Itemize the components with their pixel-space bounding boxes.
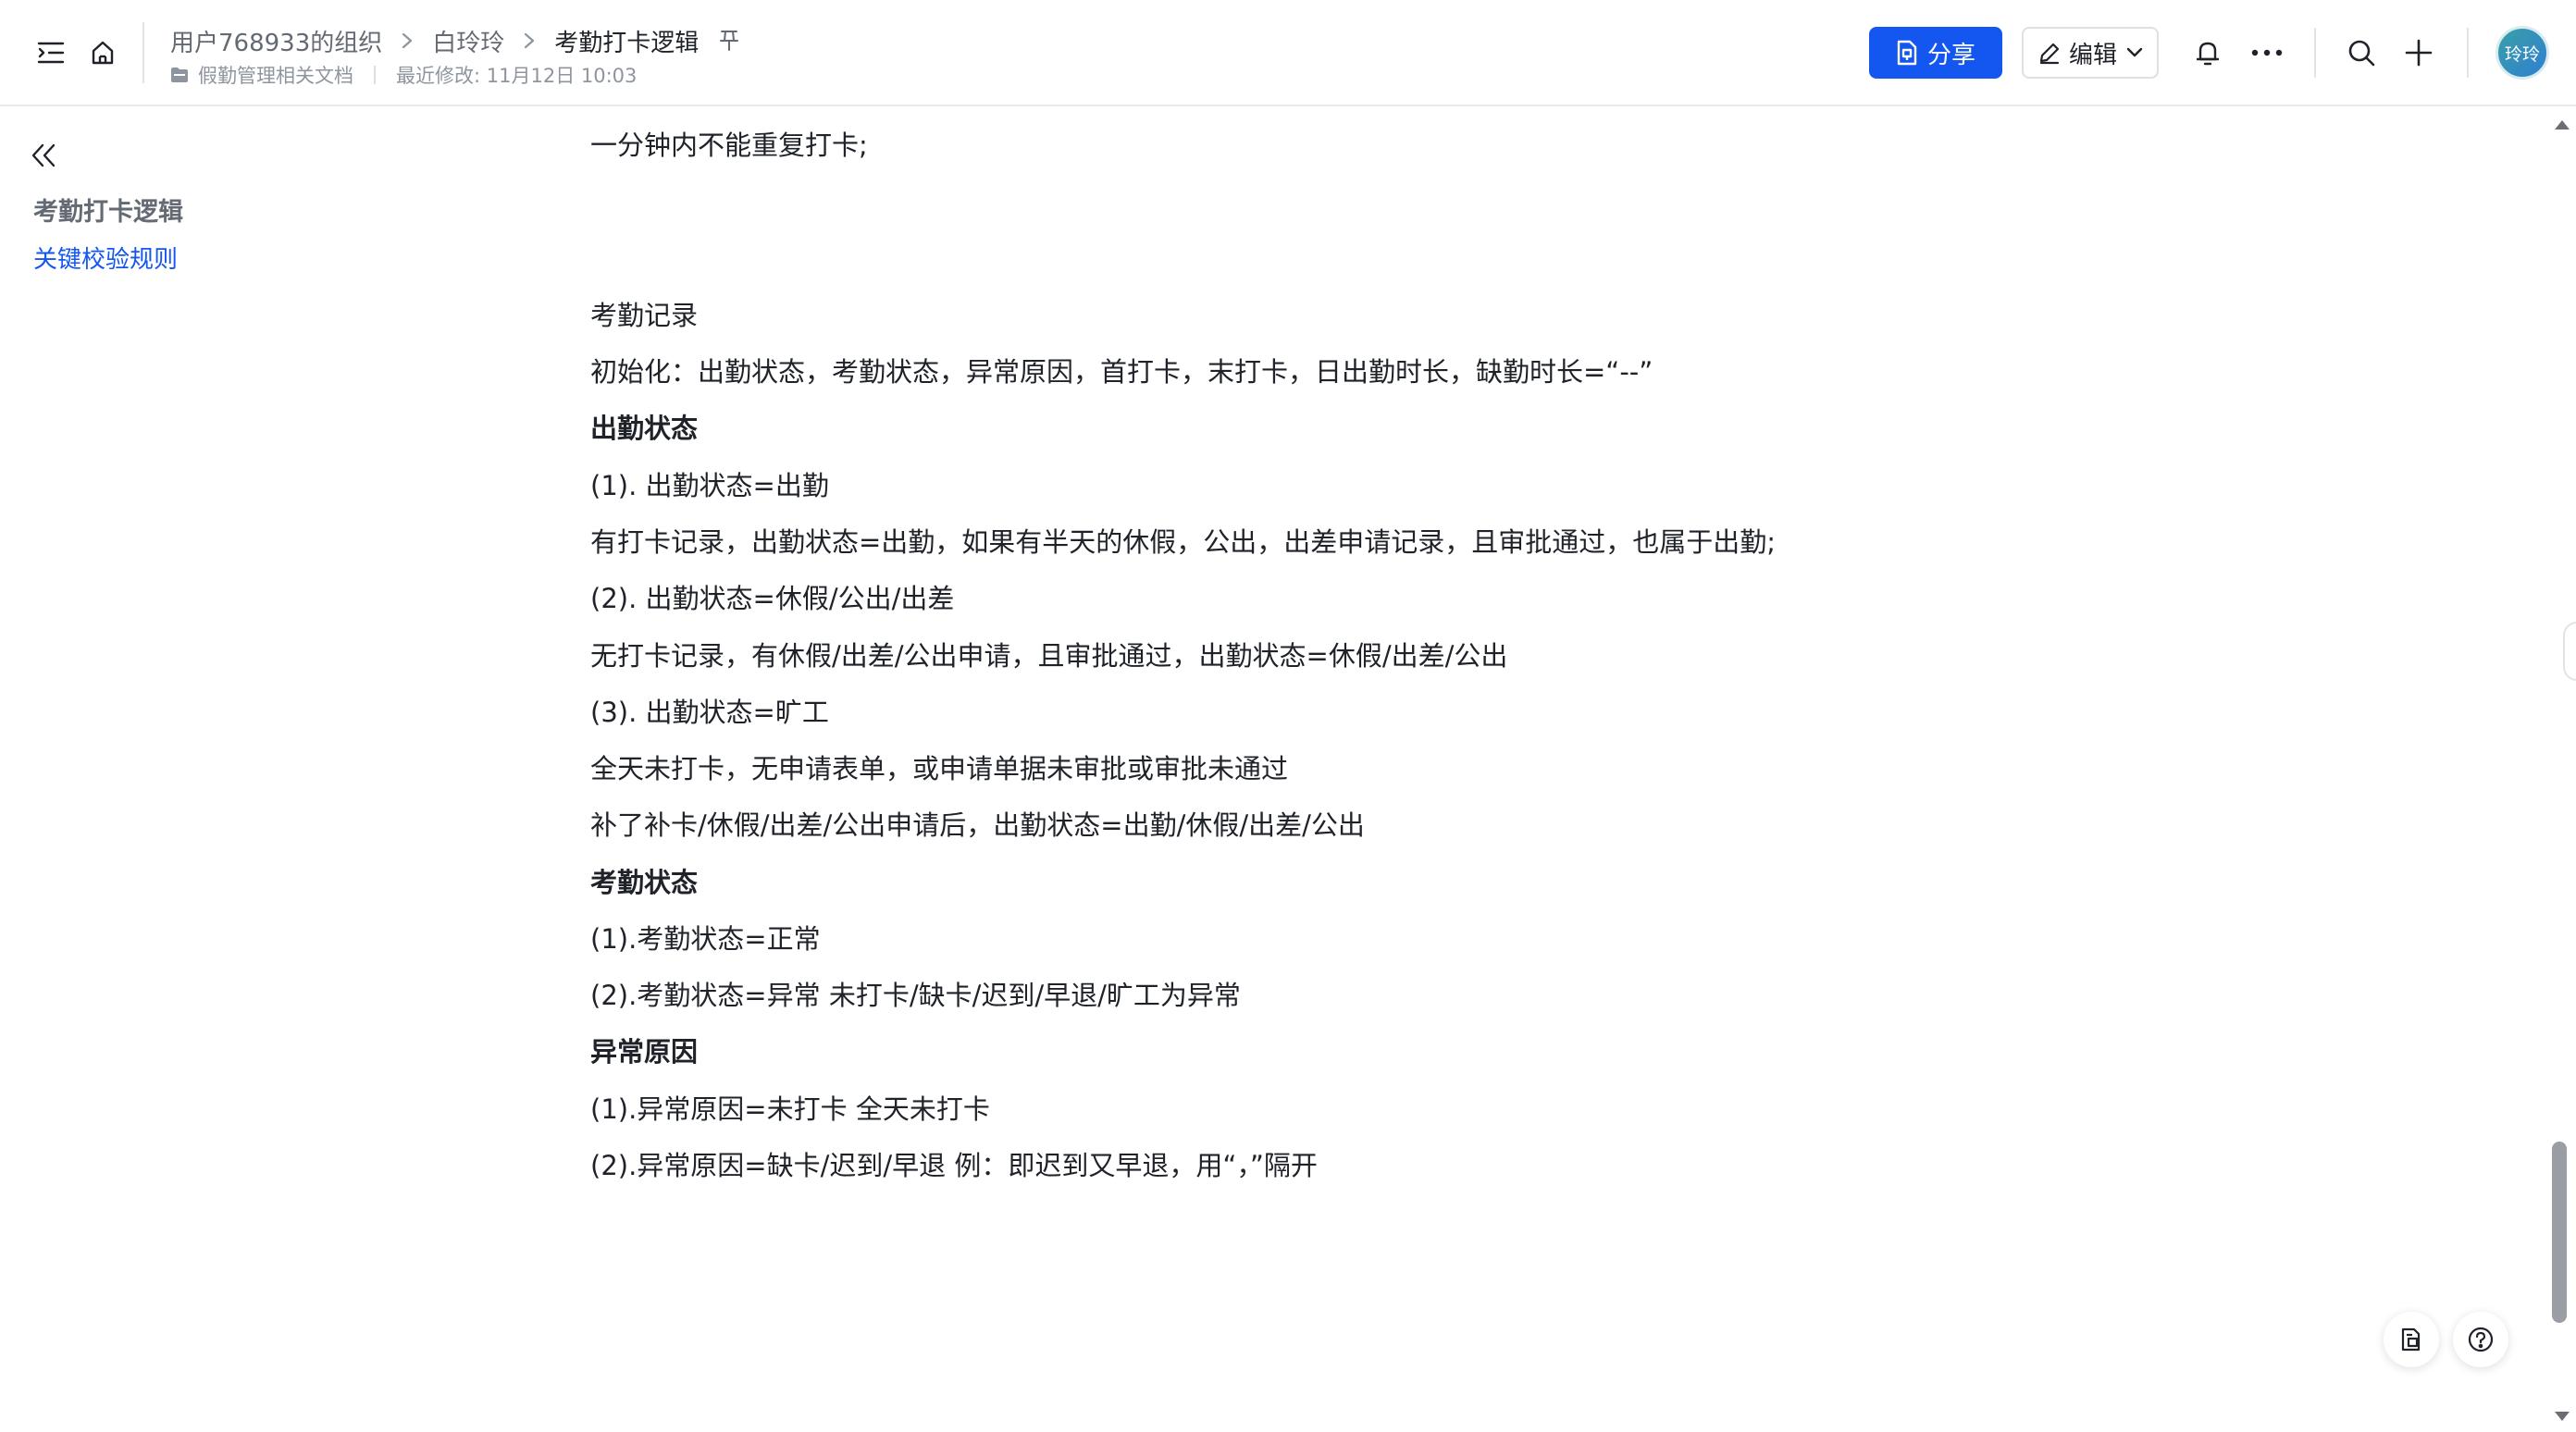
outline-title[interactable]: 考勤打卡逻辑: [33, 191, 183, 228]
folder-icon: [170, 67, 189, 83]
toc-toggle-icon[interactable]: [35, 37, 67, 68]
avatar[interactable]: 玲玲: [2496, 26, 2549, 80]
breadcrumb-owner[interactable]: 白玲玲: [432, 24, 504, 58]
search-icon[interactable]: [2346, 37, 2377, 68]
doc-paragraph[interactable]: (1). 出勤状态=出勤: [590, 467, 829, 504]
pencil-icon: [2037, 41, 2062, 65]
header-divider: [142, 22, 144, 83]
doc-paragraph[interactable]: (2). 出勤状态=休假/公出/出差: [590, 580, 954, 617]
doc-heading[interactable]: 考勤状态: [590, 864, 698, 901]
breadcrumb-org[interactable]: 用户768933的组织: [170, 24, 382, 58]
header-divider: [2314, 28, 2316, 78]
chevron-down-icon: [2126, 47, 2143, 58]
folder-link[interactable]: 假勤管理相关文档: [198, 61, 353, 89]
chevron-right-icon: [401, 31, 414, 50]
doc-paragraph[interactable]: 有打卡记录，出勤状态=出勤，如果有半天的休假，公出，出差申请记录，且审批通过，也…: [590, 524, 1776, 561]
breadcrumb: 用户768933的组织 白玲玲 考勤打卡逻辑: [170, 22, 739, 59]
doc-paragraph[interactable]: (1).考勤状态=正常: [590, 920, 821, 957]
doc-paragraph[interactable]: (1).异常原因=未打卡 全天未打卡: [590, 1091, 990, 1128]
doc-paragraph[interactable]: 一分钟内不能重复打卡;: [590, 127, 868, 164]
plus-icon[interactable]: [2403, 37, 2434, 68]
pin-icon[interactable]: [719, 29, 739, 53]
share-doc-icon: [1896, 40, 1918, 66]
edit-label: 编辑: [2068, 41, 2117, 69]
scroll-up-arrow-icon[interactable]: [2554, 117, 2570, 134]
doc-paragraph[interactable]: (2).异常原因=缺卡/迟到/早退 例：即迟到又早退，用“，”隔开: [590, 1147, 1318, 1184]
share-label: 分享: [1926, 41, 1975, 69]
side-panel-handle[interactable]: [2563, 622, 2576, 681]
bell-icon[interactable]: [2192, 37, 2223, 68]
document-title[interactable]: 考勤打卡逻辑: [554, 24, 699, 58]
scrollbar-thumb[interactable]: [2552, 1142, 2567, 1323]
doc-heading[interactable]: 出勤状态: [590, 410, 698, 447]
help-icon[interactable]: [2453, 1312, 2508, 1367]
doc-paragraph[interactable]: 补了补卡/休假/出差/公出申请后，出勤状态=出勤/休假/出差/公出: [590, 807, 1365, 844]
doc-paragraph[interactable]: (2).考勤状态=异常 未打卡/缺卡/迟到/早退/旷工为异常: [590, 977, 1241, 1014]
doc-paragraph[interactable]: (3). 出勤状态=旷工: [590, 694, 829, 731]
doc-paragraph[interactable]: 考勤记录: [590, 297, 698, 334]
document-page: 用户768933的组织 白玲玲 考勤打卡逻辑 假勤管理相关文档 最近修改: 11…: [0, 0, 2576, 1432]
doc-paragraph[interactable]: 初始化：出勤状态，考勤状态，异常原因，首打卡，末打卡，日出勤时长，缺勤时长=“-…: [590, 353, 1653, 390]
scroll-down-arrow-icon[interactable]: [2554, 1408, 2570, 1426]
header-divider: [2467, 28, 2469, 78]
home-icon[interactable]: [87, 37, 118, 68]
doc-heading[interactable]: 异常原因: [590, 1033, 698, 1070]
outline-sidebar: 考勤打卡逻辑 关键校验规则: [0, 108, 518, 1432]
doc-paragraph[interactable]: 全天未打卡，无申请表单，或申请单据未审批或审批未通过: [590, 750, 1288, 787]
chevron-right-icon: [523, 31, 536, 50]
document-meta: 假勤管理相关文档 最近修改: 11月12日 10:03: [170, 61, 637, 89]
outline-item[interactable]: 关键校验规则: [33, 241, 178, 275]
last-modified: 最近修改: 11月12日 10:03: [396, 65, 638, 87]
more-dots-icon[interactable]: [2248, 37, 2285, 68]
double-chevron-left-icon[interactable]: [28, 142, 59, 173]
top-header: 用户768933的组织 白玲玲 考勤打卡逻辑 假勤管理相关文档 最近修改: 11…: [0, 0, 2576, 106]
doc-paragraph[interactable]: 无打卡记录，有休假/出差/公出申请，且审批通过，出勤状态=休假/出差/公出: [590, 637, 1507, 674]
share-button[interactable]: 分享: [1869, 27, 2002, 79]
edit-mode-button[interactable]: 编辑: [2022, 27, 2159, 79]
meta-divider: [374, 66, 376, 84]
doc-outline-icon[interactable]: [2384, 1312, 2439, 1367]
